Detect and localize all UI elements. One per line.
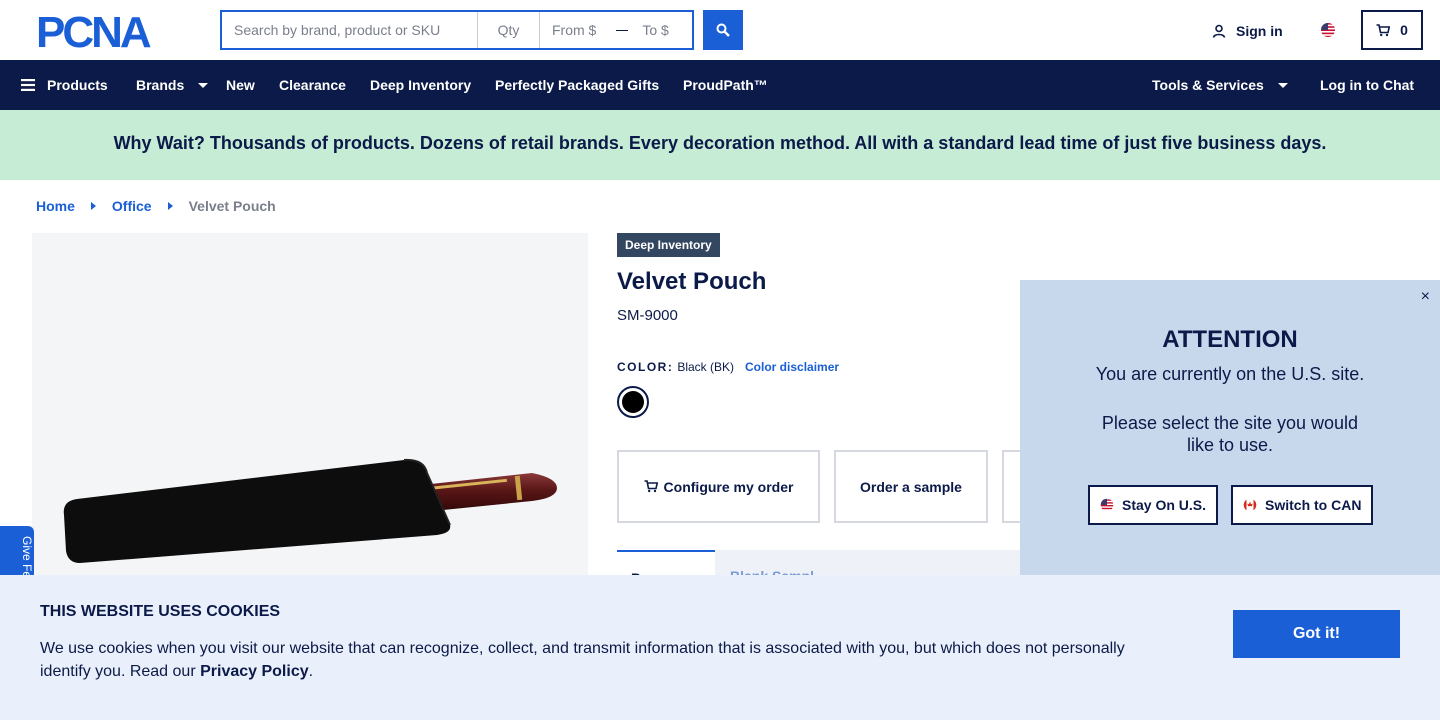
canada-flag-icon — [1243, 498, 1257, 512]
top-bar: PCNA Search by brand, product or SKU Qty… — [0, 0, 1440, 60]
order-sample-button[interactable]: Order a sample — [834, 450, 988, 523]
promo-banner: Why Wait? Thousands of products. Dozens … — [0, 110, 1440, 180]
sign-in-label: Sign in — [1236, 23, 1283, 39]
svg-text:PCNA: PCNA — [36, 11, 151, 51]
main-nav: Products Brands New Clearance Deep Inven… — [0, 60, 1440, 110]
color-label: COLOR: — [617, 360, 674, 374]
got-it-button[interactable]: Got it! — [1233, 610, 1400, 658]
velvet-pouch-image — [63, 458, 557, 563]
privacy-policy-link[interactable]: Privacy Policy — [200, 663, 309, 680]
nav-deep-inventory-label: Deep Inventory — [370, 77, 472, 93]
nav-new[interactable]: New — [226, 60, 255, 110]
feedback-label: Give Fe — [20, 536, 34, 579]
color-value: Black (BK) — [677, 360, 735, 374]
configure-order-button[interactable]: Configure my order — [617, 450, 820, 523]
nav-brands-label: Brands — [136, 77, 185, 93]
nav-deep-inventory[interactable]: Deep Inventory — [370, 60, 471, 110]
nav-chat-label: Log in to Chat — [1320, 77, 1415, 93]
us-flag-icon[interactable] — [1318, 20, 1338, 40]
modal-message-select: Please select the site you would like to… — [1101, 413, 1359, 455]
nav-brands[interactable]: Brands — [136, 60, 209, 110]
product-sku: SM-9000 — [617, 307, 678, 324]
price-from-input[interactable]: From $ — [552, 22, 596, 38]
search-icon — [716, 23, 730, 37]
modal-title: ATTENTION — [1162, 326, 1298, 353]
product-title: Velvet Pouch — [617, 268, 767, 295]
nav-tools-label: Tools & Services — [1152, 77, 1264, 93]
menu-icon — [21, 79, 35, 91]
cookie-title: THIS WEBSITE USES COOKIES — [40, 603, 281, 620]
cart-icon — [644, 480, 658, 493]
nav-tools[interactable]: Tools & Services — [1152, 60, 1288, 110]
search-input[interactable]: Search by brand, product or SKU — [222, 12, 478, 48]
promo-text: Why Wait? Thousands of products. Dozens … — [113, 132, 1327, 153]
pcna-logo[interactable]: PCNA — [36, 11, 186, 51]
chevron-right-icon — [90, 202, 96, 210]
nav-products[interactable]: Products — [21, 60, 108, 110]
price-dash — [616, 29, 629, 31]
nav-products-label: Products — [47, 77, 108, 93]
price-to-input[interactable]: To $ — [642, 22, 668, 38]
color-disclaimer-link[interactable]: Color disclaimer — [745, 360, 839, 374]
switch-can-label: Switch to CAN — [1265, 497, 1362, 513]
order-sample-label: Order a sample — [860, 478, 962, 495]
color-row: COLOR: Black (BK) Color disclaimer — [617, 360, 839, 374]
breadcrumb-home[interactable]: Home — [36, 198, 75, 214]
search-bar: Search by brand, product or SKU Qty From… — [220, 10, 694, 50]
product-image[interactable] — [32, 233, 588, 593]
breadcrumb-office[interactable]: Office — [112, 198, 152, 214]
chevron-down-icon — [1277, 82, 1288, 88]
nav-proudpath-label: ProudPath™ — [683, 77, 768, 93]
stay-us-label: Stay On U.S. — [1122, 497, 1207, 513]
user-icon — [1212, 24, 1226, 38]
nav-proudpath[interactable]: ProudPath™ — [683, 60, 768, 110]
deep-inventory-badge: Deep Inventory — [617, 233, 720, 257]
nav-gifts[interactable]: Perfectly Packaged Gifts — [495, 60, 659, 110]
cookie-body: We use cookies when you visit our websit… — [40, 637, 1150, 683]
cookie-text-end: . — [308, 663, 314, 680]
price-range: From $ To $ — [540, 12, 692, 48]
us-flag-icon — [1100, 498, 1114, 512]
search-button[interactable] — [703, 10, 743, 50]
modal-message-current: You are currently on the U.S. site. — [1095, 364, 1365, 384]
site-selector-modal: × ATTENTION You are currently on the U.S… — [1020, 280, 1440, 580]
stay-us-button[interactable]: Stay On U.S. — [1088, 485, 1219, 525]
cookie-banner: THIS WEBSITE USES COOKIES We use cookies… — [0, 575, 1440, 720]
nav-new-label: New — [226, 77, 255, 93]
breadcrumb: Home Office Velvet Pouch — [36, 196, 276, 216]
nav-chat[interactable]: Log in to Chat — [1320, 60, 1414, 110]
sign-in-link[interactable]: Sign in — [1212, 20, 1283, 42]
configure-order-label: Configure my order — [663, 478, 794, 495]
chevron-down-icon — [198, 82, 209, 88]
swatch-fill — [622, 391, 644, 413]
cart-count: 0 — [1400, 22, 1408, 38]
cart-icon — [1376, 23, 1391, 36]
nav-gifts-label: Perfectly Packaged Gifts — [495, 77, 660, 93]
qty-input[interactable]: Qty — [478, 12, 540, 48]
switch-can-button[interactable]: Switch to CAN — [1231, 485, 1374, 525]
chevron-right-icon — [167, 202, 173, 210]
color-swatch-black[interactable] — [617, 386, 649, 418]
cart-button[interactable]: 0 — [1361, 10, 1423, 50]
breadcrumb-current: Velvet Pouch — [188, 198, 276, 214]
nav-clearance-label: Clearance — [279, 77, 346, 93]
nav-clearance[interactable]: Clearance — [279, 60, 346, 110]
close-icon[interactable]: × — [1421, 288, 1430, 306]
